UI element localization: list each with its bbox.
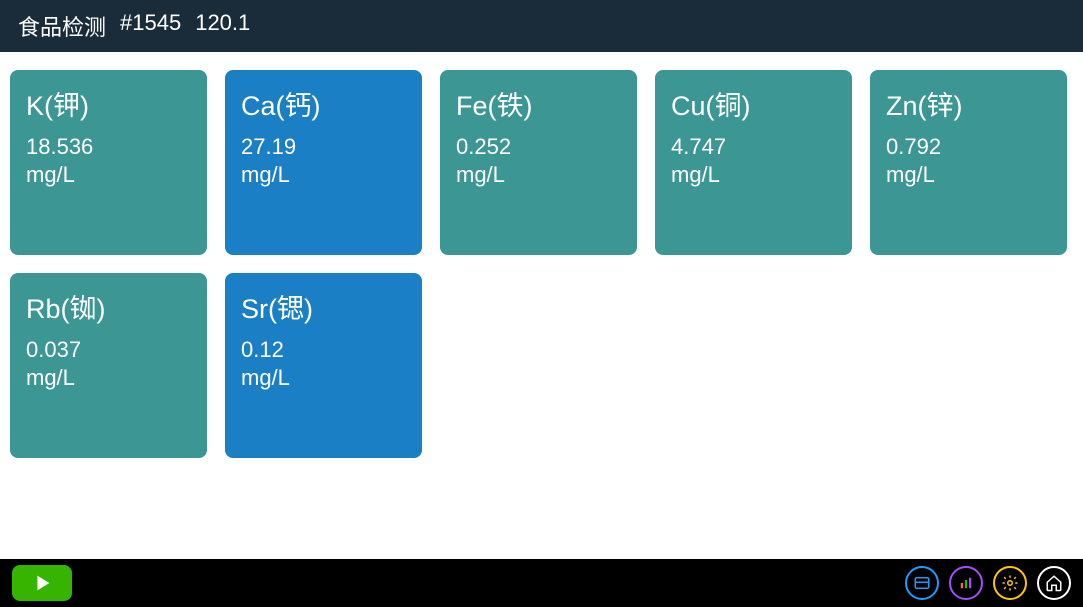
element-label: K(钾): [26, 84, 191, 123]
element-value: 18.536: [26, 133, 191, 161]
element-card[interactable]: Cu(铜) 4.747mg/L: [655, 70, 852, 255]
page-title: 食品检测: [18, 10, 106, 42]
header-bar: 食品检测 #1545 120.1: [0, 0, 1083, 52]
element-unit: mg/L: [886, 161, 1051, 189]
home-icon: [1045, 574, 1063, 592]
element-grid: K(钾)18.536mg/LCa(钙)27.19mg/LFe(铁)0.252mg…: [0, 52, 1083, 559]
element-unit: mg/L: [671, 161, 836, 189]
chart-button[interactable]: [949, 566, 983, 600]
element-label: Ca(钙): [241, 84, 406, 123]
element-value: 0.792: [886, 133, 1051, 161]
element-value: 0.037: [26, 336, 191, 364]
element-unit: mg/L: [241, 161, 406, 189]
element-card[interactable]: Sr(锶) 0.12mg/L: [225, 273, 422, 458]
element-card[interactable]: Rb(铷) 0.037mg/L: [10, 273, 207, 458]
element-value: 27.19: [241, 133, 406, 161]
home-button[interactable]: [1037, 566, 1071, 600]
element-label: Zn(锌): [886, 84, 1051, 123]
element-value: 0.12: [241, 336, 406, 364]
element-unit: mg/L: [456, 161, 621, 189]
element-unit: mg/L: [241, 364, 406, 392]
element-unit: mg/L: [26, 161, 191, 189]
card-icon: [913, 574, 931, 592]
footer-bar: [0, 559, 1083, 607]
play-icon: [31, 572, 53, 594]
chart-icon: [957, 574, 975, 592]
footer-icon-group: [905, 566, 1071, 600]
sample-id: #1545: [120, 10, 181, 42]
element-card[interactable]: Zn(锌) 0.792mg/L: [870, 70, 1067, 255]
element-card[interactable]: Fe(铁) 0.252mg/L: [440, 70, 637, 255]
gear-icon: [1001, 574, 1019, 592]
element-label: Fe(铁): [456, 84, 621, 123]
card-button[interactable]: [905, 566, 939, 600]
element-card[interactable]: K(钾) 18.536mg/L: [10, 70, 207, 255]
settings-button[interactable]: [993, 566, 1027, 600]
element-value: 4.747: [671, 133, 836, 161]
element-unit: mg/L: [26, 364, 191, 392]
element-label: Rb(铷): [26, 287, 191, 326]
element-value: 0.252: [456, 133, 621, 161]
element-label: Cu(铜): [671, 84, 836, 123]
element-label: Sr(锶): [241, 287, 406, 326]
element-card[interactable]: Ca(钙) 27.19mg/L: [225, 70, 422, 255]
timer-value: 120.1: [195, 10, 250, 42]
play-button[interactable]: [12, 565, 72, 601]
